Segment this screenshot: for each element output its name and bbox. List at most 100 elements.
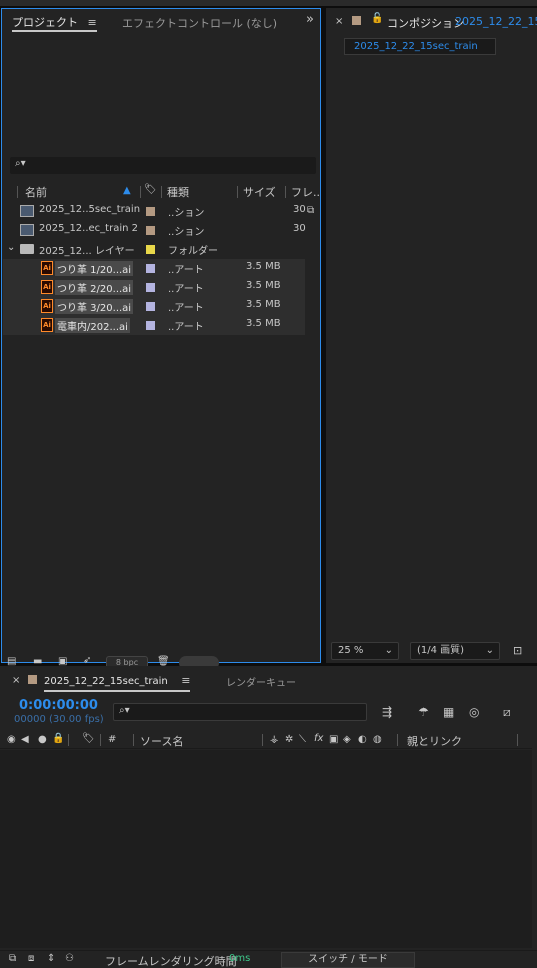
project-column-header: 名前 ▲ 🏷 種類 サイズ フレ..	[3, 183, 321, 201]
label-color-swatch[interactable]	[146, 302, 155, 311]
item-name: つり革 2/20...ai	[55, 280, 134, 295]
label-tag-icon[interactable]: 🏷	[144, 184, 157, 195]
resolution-dropdown[interactable]: (1/4 画質) ⌄	[410, 642, 500, 660]
stretch-icon[interactable]: ⚇	[65, 953, 74, 964]
label-color-swatch[interactable]	[146, 321, 155, 330]
label-color-swatch[interactable]	[146, 207, 155, 216]
frame-info: 00000 (30.00 fps)	[14, 714, 104, 725]
item-frame: 30	[293, 223, 306, 234]
quality-switch-icon[interactable]: ⟍	[299, 734, 306, 745]
comp-mini-flowchart-icon[interactable]: ⇶	[382, 705, 392, 719]
timecode-display[interactable]: 0:00:00:00	[19, 698, 98, 713]
project-item-row[interactable]: Ai つり革 3/20...ai ..アート 3.5 MB	[3, 297, 305, 316]
chevron-down-icon[interactable]: ⌄	[7, 242, 15, 253]
col-parent-link[interactable]: 親とリンク	[407, 733, 462, 749]
project-item-row[interactable]: Ai つり革 2/20...ai ..アート 3.5 MB	[3, 278, 305, 297]
search-icon: ⌕▾	[15, 158, 26, 169]
frame-blending-icon[interactable]: ▦	[443, 705, 454, 719]
label-color-swatch[interactable]	[146, 264, 155, 273]
timeline-tab[interactable]: 2025_12_22_15sec_train ≡	[44, 674, 191, 692]
project-search-input[interactable]: ⌕▾	[10, 157, 316, 174]
project-item-row[interactable]: Ai つり革 1/20...ai ..アート 3.5 MB	[3, 259, 305, 278]
item-type: ..アート	[168, 322, 204, 333]
label-color-swatch[interactable]	[146, 245, 155, 254]
col-source-name[interactable]: ソース名	[140, 733, 183, 749]
col-size[interactable]: サイズ	[243, 184, 276, 200]
layer-search-input[interactable]: ⌕▾	[113, 703, 367, 721]
label-color-swatch	[352, 16, 361, 25]
lock-icon[interactable]: 🔓	[371, 13, 383, 24]
item-name: つり革 3/20...ai	[55, 299, 134, 314]
shy-layers-icon[interactable]: ☂	[418, 705, 429, 719]
close-icon[interactable]: ×	[335, 16, 343, 27]
layer-column-header: ◉ ◀ ● 🔒 🏷 # ソース名 ⚶ ✲ ⟍ fx ▣ ◈ ◐ ◍ 親とリンク	[0, 731, 532, 749]
label-color-swatch	[28, 675, 37, 684]
illustrator-file-icon: Ai	[41, 318, 53, 332]
top-window-strip	[0, 0, 537, 6]
adjustment-layer-icon[interactable]: ◐	[358, 734, 367, 745]
project-item-row[interactable]: 2025_12..5sec_train ..ション 30 ⧉	[3, 202, 314, 221]
panel-menu-icon[interactable]: ≡	[88, 16, 97, 29]
graph-editor-icon[interactable]: ⧄	[503, 705, 511, 720]
frame-blend-switch-icon[interactable]: ▣	[329, 734, 338, 745]
composition-tab-label[interactable]: コンポジション	[387, 15, 464, 31]
panel-menu-icon[interactable]: ≡	[181, 674, 190, 687]
project-folder-row[interactable]: ⌄ 2025_12... レイヤー フォルダー	[3, 240, 305, 259]
render-toggle-icon[interactable]: ⧉	[9, 953, 16, 964]
shy-switch-icon[interactable]: ⚶	[270, 734, 279, 745]
label-color-swatch[interactable]	[146, 226, 155, 235]
solo-icon[interactable]: ●	[38, 734, 47, 745]
eye-icon[interactable]: ◉	[7, 734, 16, 745]
col-number[interactable]: #	[108, 734, 116, 745]
in-out-icon[interactable]: ⇕	[47, 953, 55, 964]
project-item-row[interactable]: Ai 電車内/202...ai ..アート 3.5 MB	[3, 316, 305, 335]
motion-blur-icon[interactable]: ◎	[469, 705, 479, 719]
item-type: ..ション	[168, 227, 205, 238]
effect-controls-tab[interactable]: エフェクトコントロール (なし)	[122, 15, 277, 31]
timeline-tab-label: 2025_12_22_15sec_train	[44, 676, 168, 687]
render-queue-tab[interactable]: レンダーキュー	[226, 674, 296, 689]
col-frame[interactable]: フレ..	[291, 184, 320, 200]
panel-overflow-icon[interactable]: »	[306, 12, 314, 27]
zoom-dropdown[interactable]: 25 % ⌄	[331, 642, 399, 660]
audio-icon[interactable]: ◀	[21, 734, 29, 745]
search-icon: ⌕▾	[119, 705, 130, 716]
col-name[interactable]: 名前	[25, 184, 47, 200]
render-time-value: 0ms	[229, 953, 251, 964]
sort-ascending-icon[interactable]: ▲	[123, 185, 131, 196]
item-size: 3.5 MB	[246, 299, 281, 310]
lock-icon[interactable]: 🔒	[52, 733, 64, 744]
flowchart-icon[interactable]: ⧉	[307, 205, 314, 216]
switches-modes-toggle[interactable]: スイッチ / モード	[281, 952, 415, 968]
item-type: ..アート	[168, 284, 204, 295]
illustrator-file-icon: Ai	[41, 299, 53, 313]
fast-preview-icon[interactable]: ⊡	[513, 644, 522, 657]
item-type: ..アート	[168, 303, 204, 314]
collapse-switch-icon[interactable]: ✲	[285, 734, 293, 745]
composition-name[interactable]: 2025_12_22_15s	[455, 15, 537, 28]
composition-subtab[interactable]: 2025_12_22_15sec_train	[344, 38, 496, 55]
project-tab-label: プロジェクト	[12, 16, 78, 29]
folder-icon	[20, 244, 34, 254]
dependencies-icon[interactable]: ➶	[83, 655, 91, 666]
resolution-value: (1/4 画質)	[417, 645, 465, 656]
render-time-label: フレームレンダリング時間	[105, 955, 237, 968]
item-size: 3.5 MB	[246, 318, 281, 329]
3d-layer-icon[interactable]: ◍	[373, 734, 382, 745]
project-tab[interactable]: プロジェクト ≡	[12, 14, 97, 32]
transfer-controls-icon[interactable]: ⧈	[28, 953, 34, 964]
close-icon[interactable]: ×	[12, 675, 20, 686]
effect-switch-label[interactable]: fx	[314, 733, 323, 744]
label-color-swatch[interactable]	[146, 283, 155, 292]
project-item-row[interactable]: 2025_12..ec_train 2 ..ション 30	[3, 221, 306, 240]
timeline-footer: ⧉ ⧈ ⇕ ⚇ フレームレンダリング時間 0ms スイッチ / モード	[0, 950, 537, 968]
col-type[interactable]: 種類	[167, 184, 189, 200]
item-type: フォルダー	[168, 246, 218, 257]
label-tag-icon[interactable]: 🏷	[82, 733, 95, 744]
timeline-panel: × 2025_12_22_15sec_train ≡ レンダーキュー 0:00:…	[0, 666, 537, 968]
project-panel: プロジェクト ≡ エフェクトコントロール (なし) » ⌕▾ 名前 ▲ 🏷 種類…	[1, 8, 321, 670]
layer-list-area[interactable]	[0, 750, 532, 948]
item-type: ..ション	[168, 208, 205, 219]
item-name: 2025_12..5sec_train	[39, 204, 141, 215]
motion-blur-switch-icon[interactable]: ◈	[343, 734, 351, 745]
